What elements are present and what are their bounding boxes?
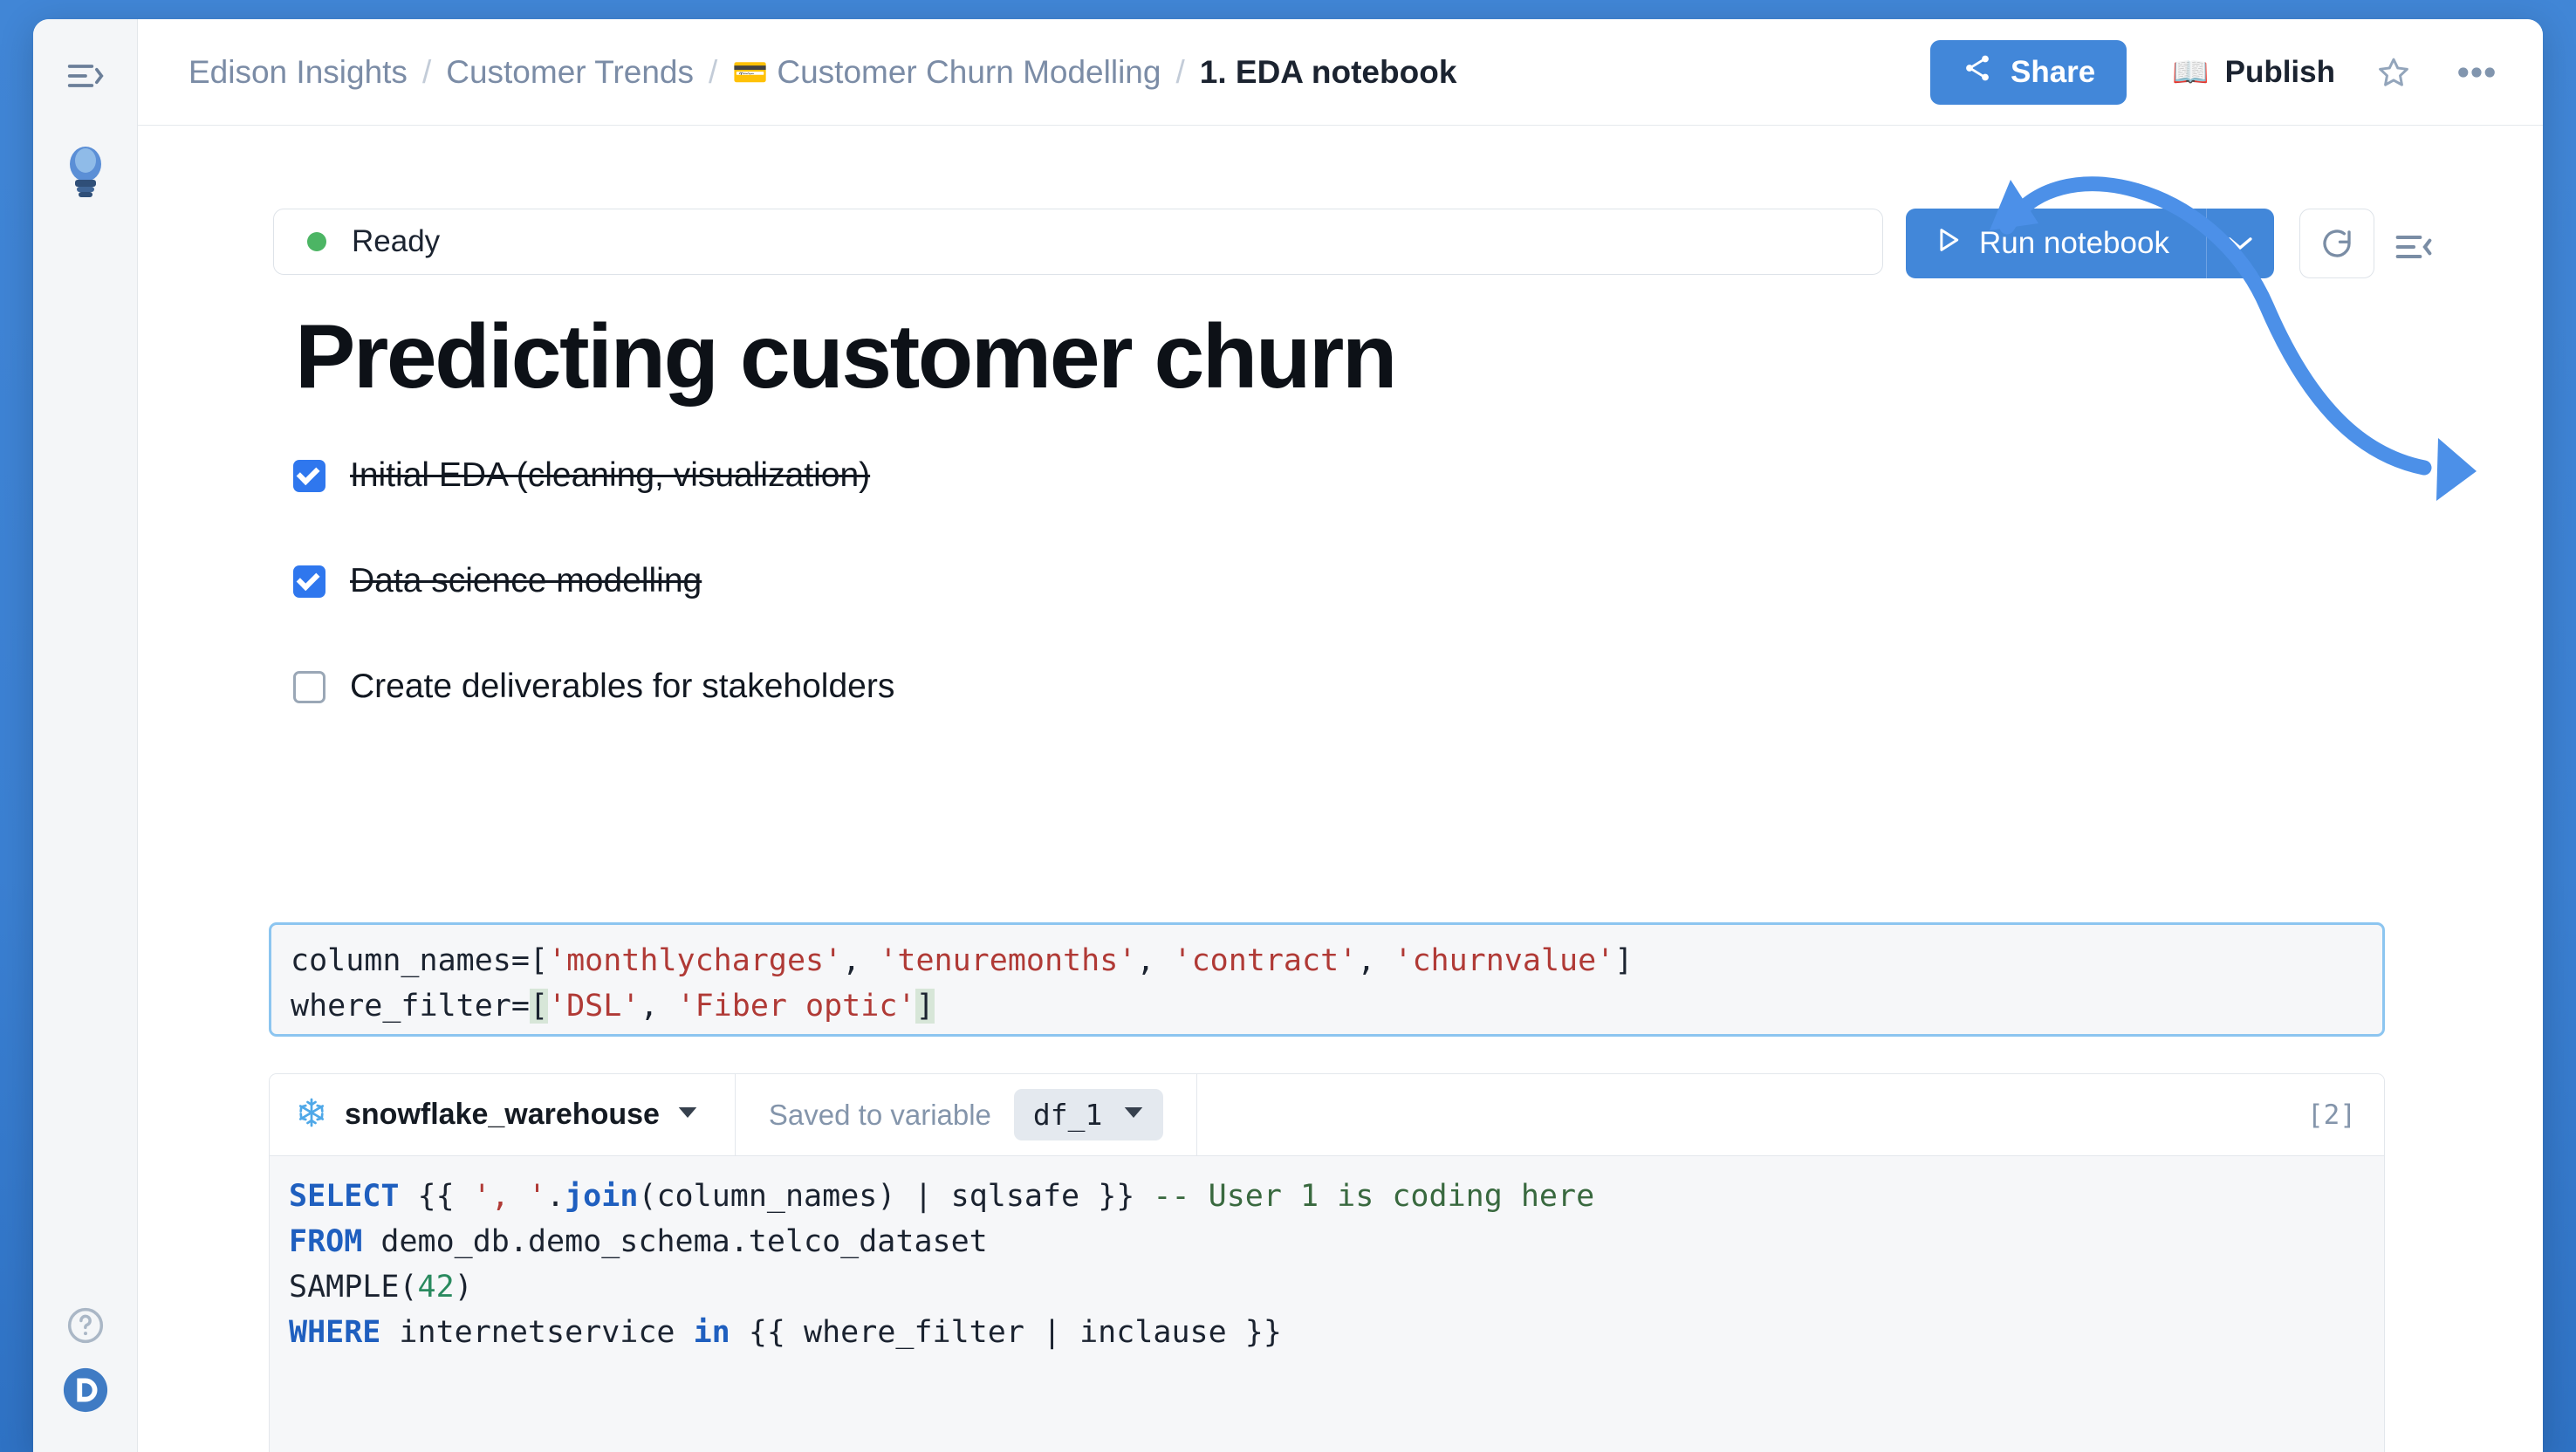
deepnote-brand-icon[interactable] [33,1363,138,1417]
list-item: Data science modelling [293,554,894,608]
checkbox-label[interactable]: Create deliverables for stakeholders [350,668,894,706]
kernel-status-bar[interactable]: Ready [273,209,1883,275]
list-item: Initial EDA (cleaning, visualization) [293,449,894,503]
breadcrumb-item-workspace[interactable]: Edison Insights [188,54,408,91]
py-l1-suffix: ] [1614,943,1633,978]
star-outline-icon[interactable] [2375,54,2412,91]
publish-button-label: Publish [2225,55,2335,90]
sql-cell-header: snowflake_warehouse Saved to variable df… [270,1074,2384,1156]
credit-card-emoji-icon: 💳 [732,58,768,86]
snowflake-icon [296,1097,327,1133]
py-l1-item-2: 'contract' [1174,943,1358,978]
python-code-text[interactable]: column_names=['monthlycharges', 'tenurem… [291,938,1633,1029]
py-l2-item-0: 'DSL' [548,989,640,1024]
sql-code-cell: snowflake_warehouse Saved to variable df… [269,1073,2385,1452]
ellipsis-icon[interactable] [2457,65,2496,79]
variable-selector[interactable]: df_1 [1014,1089,1163,1140]
saved-to-variable-group: Saved to variable df_1 [736,1074,1197,1156]
collapse-sidebar-icon[interactable] [33,52,138,99]
desktop-backdrop: Edison Insights / Customer Trends / 💳 Cu… [0,0,2576,1452]
sql-sample-number: 42 [418,1270,455,1305]
share-button[interactable]: Share [1930,40,2127,105]
help-circle-icon[interactable] [33,1302,138,1349]
run-notebook-label: Run notebook [1979,226,2169,261]
checkbox-label[interactable]: Data science modelling [350,562,702,600]
open-book-emoji-icon: 📖 [2172,55,2209,90]
py-l1-item-3: 'churnvalue' [1394,943,1614,978]
breadcrumb: Edison Insights / Customer Trends / 💳 Cu… [188,54,1456,91]
run-options-caret[interactable] [2206,209,2274,278]
warehouse-name: snowflake_warehouse [345,1098,660,1132]
checkbox-create-deliverables[interactable] [293,671,325,703]
lightbulb-logo-icon[interactable] [33,141,138,202]
share-nodes-icon [1962,52,1993,92]
py-l1-item-1: 'tenuremonths' [879,943,1136,978]
chevron-down-icon [1123,1106,1144,1124]
py-l1-item-0: 'monthlycharges' [548,943,842,978]
breadcrumb-separator: / [1175,54,1184,91]
py-l2-prefix: where_filter= [291,989,530,1024]
checkbox-data-science-modelling[interactable] [293,565,325,598]
run-notebook-button[interactable]: Run notebook [1906,209,2206,278]
checkbox-initial-eda[interactable] [293,460,325,492]
breadcrumb-item-project[interactable]: Customer Churn Modelling [777,54,1161,91]
chevron-down-icon [677,1106,698,1124]
variable-name: df_1 [1033,1098,1102,1132]
status-dot-icon [307,232,326,251]
sql-comment: -- User 1 is coding here [1153,1179,1594,1214]
collapse-right-panel-icon[interactable] [2394,232,2433,266]
breadcrumb-item-current-notebook[interactable]: 1. EDA notebook [1200,54,1457,91]
breadcrumb-item-project-group[interactable]: Customer Trends [446,54,694,91]
py-l2-open-bracket: [ [530,989,548,1024]
todo-checklist: Initial EDA (cleaning, visualization) Da… [293,449,894,765]
checkbox-label[interactable]: Initial EDA (cleaning, visualization) [350,456,870,495]
play-triangle-icon [1937,226,1960,261]
left-sidebar-rail [33,19,138,1452]
publish-button[interactable]: 📖 Publish [2172,55,2335,90]
saved-to-variable-label: Saved to variable [769,1099,991,1132]
list-item: Create deliverables for stakeholders [293,660,894,714]
breadcrumb-separator: / [709,54,717,91]
refresh-button[interactable] [2299,209,2374,278]
notebook-toolbar: Ready Run notebook [273,209,2374,278]
py-l1-prefix: column_names=[ [291,943,548,978]
app-header: Edison Insights / Customer Trends / 💳 Cu… [138,19,2543,126]
header-actions: Share 📖 Publish [1930,40,2496,105]
py-l2-close-bracket: ] [915,989,934,1024]
warehouse-selector[interactable]: snowflake_warehouse [270,1074,736,1156]
run-notebook-group: Run notebook [1906,209,2274,278]
py-l2-item-1: 'Fiber optic' [677,989,916,1024]
page-title[interactable]: Predicting customer churn [295,305,1395,409]
kernel-status-label: Ready [352,224,440,259]
app-window: Edison Insights / Customer Trends / 💳 Cu… [33,19,2543,1452]
breadcrumb-separator: / [422,54,431,91]
python-code-cell[interactable]: column_names=['monthlycharges', 'tenurem… [269,922,2385,1037]
notebook-canvas: Ready Run notebook [138,126,2543,1452]
sql-code-text[interactable]: SELECT {{ ', '.join(column_names) | sqls… [289,1174,1594,1355]
execution-count: [2] [2307,1099,2356,1131]
share-button-label: Share [2011,55,2095,90]
